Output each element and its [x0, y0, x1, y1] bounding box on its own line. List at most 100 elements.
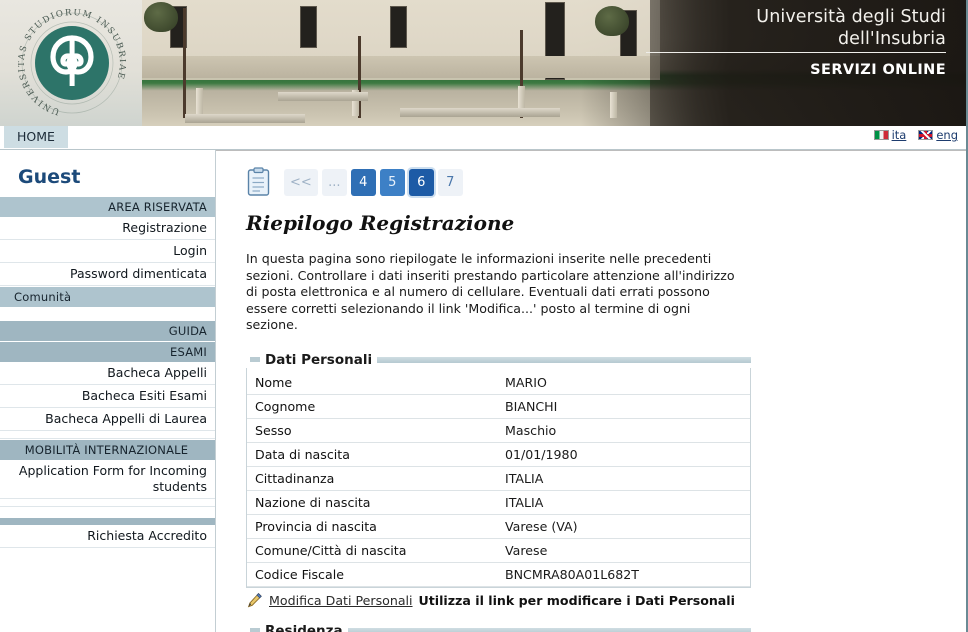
- page-intro-text: In questa pagina sono riepilogate le inf…: [246, 251, 735, 332]
- sidebar-user-label: Guest: [18, 166, 81, 188]
- seal-swirl-emblem: [50, 35, 94, 86]
- courtyard-wall: [140, 56, 660, 78]
- row-label: Cittadinanza: [255, 470, 335, 486]
- legend-rule: [377, 356, 751, 363]
- section-residenza: Residenza: [246, 623, 751, 632]
- lang-ita-label[interactable]: ita: [892, 128, 907, 142]
- modify-dati-personali-hint: Utilizza il link per modificare i Dati P…: [418, 592, 735, 608]
- section-legend-label: Residenza: [265, 622, 343, 632]
- sidebar-section-esami: ESAMI: [0, 341, 215, 362]
- section-legend: Dati Personali: [246, 352, 751, 368]
- pagination: << ... 4 5 6 7: [284, 168, 463, 196]
- row-label: Nome: [255, 374, 293, 390]
- site-header: UNIVERSITAS STUDIORUM INSUBRIAE Universi…: [0, 0, 966, 126]
- table-row: Comune/Città di nascita Varese: [247, 538, 750, 562]
- university-name-line2: dell'Insubria: [837, 29, 946, 49]
- row-value: ITALIA: [505, 494, 544, 510]
- section-legend: Residenza: [246, 623, 751, 632]
- top-navbar: HOME ita eng: [0, 126, 966, 150]
- language-selector: ita eng: [873, 128, 958, 142]
- bollard: [196, 88, 203, 114]
- university-name-line1: Università degli Studi: [756, 7, 946, 27]
- sidebar-item-password-dimenticata[interactable]: Password dimenticata: [0, 263, 215, 286]
- dati-personali-table: Nome MARIO Cognome BIANCHI Sesso Maschio: [247, 368, 750, 587]
- flag-italy-icon: [873, 130, 889, 140]
- pencil-icon: [246, 592, 263, 609]
- row-label: Comune/Città di nascita: [255, 542, 407, 558]
- sidebar-section-guida: GUIDA: [0, 320, 215, 341]
- university-seal-icon: UNIVERSITAS STUDIORUM INSUBRIAE: [18, 9, 126, 117]
- modify-dati-personali-link[interactable]: Modifica Dati Personali: [269, 593, 413, 608]
- nav-home-tab[interactable]: HOME: [4, 126, 68, 148]
- main-content: << ... 4 5 6 7 Riepilogo Registrazione I…: [216, 150, 966, 632]
- university-logo[interactable]: UNIVERSITAS STUDIORUM INSUBRIAE: [0, 0, 142, 126]
- row-label: Data di nascita: [255, 446, 350, 462]
- lang-ita[interactable]: ita: [873, 128, 907, 142]
- row-label: Sesso: [255, 422, 292, 438]
- stone-bench: [278, 92, 368, 101]
- section-body: Nome MARIO Cognome BIANCHI Sesso Maschio: [246, 367, 751, 588]
- page-body: Guest AREA RISERVATA Registrazione Login…: [0, 150, 966, 632]
- row-value: ITALIA: [505, 470, 544, 486]
- bollard: [610, 92, 617, 118]
- sidebar-item-registrazione[interactable]: Registrazione: [0, 217, 215, 240]
- lang-eng[interactable]: eng: [918, 128, 958, 142]
- sidebar-item-bacheca-esiti-esami[interactable]: Bacheca Esiti Esami: [0, 385, 215, 408]
- table-row: Cittadinanza ITALIA: [247, 466, 750, 490]
- sidebar-item-bacheca-appelli-laurea[interactable]: Bacheca Appelli di Laurea: [0, 408, 215, 431]
- modify-dati-personali-row: Modifica Dati Personali Utilizza il link…: [246, 592, 751, 609]
- row-value: BNCMRA80A01L682T: [505, 566, 639, 582]
- row-label: Provincia di nascita: [255, 518, 377, 534]
- row-label: Codice Fiscale: [255, 566, 344, 582]
- lang-eng-label[interactable]: eng: [936, 128, 958, 142]
- pager-prev[interactable]: <<: [284, 168, 318, 196]
- sidebar-item-login[interactable]: Login: [0, 240, 215, 263]
- pager-step-5[interactable]: 5: [379, 168, 405, 196]
- table-row: Nome MARIO: [247, 368, 750, 394]
- sidebar-section-area-riservata: AREA RISERVATA: [0, 196, 215, 217]
- building-window: [390, 6, 407, 48]
- row-value: BIANCHI: [505, 398, 558, 414]
- sidebar-item-bacheca-appelli[interactable]: Bacheca Appelli: [0, 362, 215, 385]
- header-divider: [646, 52, 946, 53]
- sidebar-section-comunita[interactable]: Comunità: [0, 286, 215, 307]
- section-dati-personali: Dati Personali Nome MARIO Cognome BIANCH…: [246, 352, 751, 588]
- tree: [595, 6, 629, 36]
- row-value: Varese (VA): [505, 518, 578, 534]
- sidebar: Guest AREA RISERVATA Registrazione Login…: [0, 150, 216, 632]
- stone-bench: [400, 108, 560, 117]
- table-row: Sesso Maschio: [247, 418, 750, 442]
- table-row: Nazione di nascita ITALIA: [247, 490, 750, 514]
- row-label: Nazione di nascita: [255, 494, 371, 510]
- building-window: [300, 6, 317, 48]
- sidebar-section-blank: [0, 518, 215, 525]
- legend-tick-icon: [250, 357, 260, 362]
- table-row: Cognome BIANCHI: [247, 394, 750, 418]
- table-row: Data di nascita 01/01/1980: [247, 442, 750, 466]
- pager-step-7[interactable]: 7: [437, 168, 463, 196]
- table-row: Provincia di nascita Varese (VA): [247, 514, 750, 538]
- section-legend-label: Dati Personali: [265, 351, 373, 368]
- pager-ellipsis[interactable]: ...: [321, 168, 347, 196]
- page-title: Riepilogo Registrazione: [246, 211, 515, 235]
- row-label: Cognome: [255, 398, 316, 414]
- row-value: 01/01/1980: [505, 446, 578, 462]
- sidebar-divider: [0, 431, 215, 439]
- tree: [144, 2, 178, 32]
- flag-uk-icon: [918, 130, 934, 140]
- sidebar-divider: [0, 499, 215, 507]
- stone-bench: [185, 114, 305, 123]
- sidebar-item-application-form-incoming-students[interactable]: Application Form for Incoming students: [0, 460, 215, 499]
- step-header-row: << ... 4 5 6 7: [246, 163, 950, 201]
- pager-step-6-current[interactable]: 6: [408, 168, 434, 196]
- clipboard-checklist-icon: [246, 167, 272, 197]
- legend-tick-icon: [250, 628, 260, 632]
- sidebar-section-mobilita-internazionale: MOBILITÀ INTERNAZIONALE: [0, 439, 215, 460]
- pager-step-4[interactable]: 4: [350, 168, 376, 196]
- legend-rule: [347, 627, 751, 632]
- row-value: Maschio: [505, 422, 557, 438]
- services-online-label: SERVIZI ONLINE: [810, 62, 946, 78]
- lamp-pole: [183, 8, 186, 118]
- sidebar-item-richiesta-accredito[interactable]: Richiesta Accredito: [0, 525, 215, 548]
